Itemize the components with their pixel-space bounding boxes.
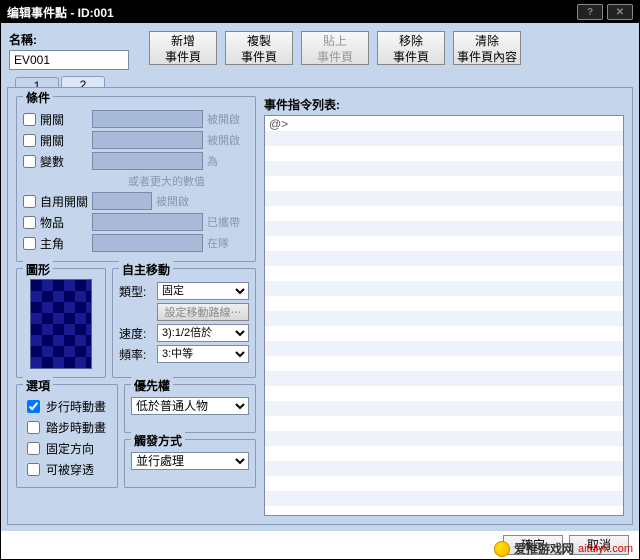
- graphic-preview[interactable]: [30, 279, 92, 369]
- priority-group: 優先權 低於普通人物: [124, 384, 256, 433]
- opt-step-anim[interactable]: [27, 421, 40, 434]
- command-list-label: 事件指令列表:: [264, 96, 624, 113]
- move-route-button: 設定移動路線⋯: [157, 303, 249, 321]
- cond-variable-field[interactable]: [92, 152, 203, 170]
- move-freq-select[interactable]: 3:中等: [157, 345, 249, 363]
- options-group: 選項 步行時動畫 踏步時動畫 固定方向 可被穿透: [16, 384, 118, 488]
- conditions-group: 條件 開關被開啟 開關被開啟 變數為 或者更大的數值 自用開關被開啟 物品已攜帶…: [16, 96, 256, 262]
- opt-walk-anim[interactable]: [27, 400, 40, 413]
- cond-switch1-check[interactable]: [23, 113, 36, 126]
- cond-switch2-field[interactable]: [92, 131, 203, 149]
- name-input[interactable]: [9, 50, 129, 70]
- conditions-legend: 條件: [23, 89, 53, 106]
- cond-actor-field[interactable]: [92, 234, 203, 252]
- clear-page-button[interactable]: 清除 事件頁內容: [453, 31, 521, 65]
- delete-page-button[interactable]: 移除 事件頁: [377, 31, 445, 65]
- watermark: 爱推游戏网 aituiyx.com: [494, 540, 633, 557]
- cond-switch1-field[interactable]: [92, 110, 203, 128]
- site-logo-icon: [494, 541, 510, 557]
- help-button[interactable]: ?: [577, 4, 603, 20]
- name-label: 名稱:: [9, 31, 139, 48]
- cond-switch2-check[interactable]: [23, 134, 36, 147]
- command-list[interactable]: @>: [264, 115, 624, 516]
- move-type-select[interactable]: 固定: [157, 282, 249, 300]
- autonomous-move-group: 自主移動 類型:固定 設定移動路線⋯ 速度:3):1/2倍於 頻率:3:中等: [112, 268, 256, 378]
- cond-selfswitch-check[interactable]: [23, 195, 36, 208]
- titlebar: 编辑事件點 - ID:001 ? ✕: [1, 1, 639, 23]
- graphic-legend: 圖形: [23, 261, 53, 278]
- copy-page-button[interactable]: 複製 事件頁: [225, 31, 293, 65]
- move-speed-select[interactable]: 3):1/2倍於: [157, 324, 249, 342]
- site-url: aituiyx.com: [578, 543, 633, 555]
- trigger-group: 觸發方式 並行處理: [124, 439, 256, 488]
- cond-actor-check[interactable]: [23, 237, 36, 250]
- cond-variable-subhint: 或者更大的數值: [23, 173, 249, 189]
- close-button[interactable]: ✕: [607, 4, 633, 20]
- window-title: 编辑事件點 - ID:001: [7, 4, 114, 21]
- opt-dirfix[interactable]: [27, 442, 40, 455]
- cond-item-field[interactable]: [92, 213, 203, 231]
- priority-legend: 優先權: [131, 377, 173, 394]
- site-name: 爱推游戏网: [514, 540, 574, 557]
- trigger-select[interactable]: 並行處理: [131, 452, 249, 470]
- trigger-legend: 觸發方式: [131, 432, 185, 449]
- new-page-button[interactable]: 新增 事件頁: [149, 31, 217, 65]
- opt-through[interactable]: [27, 463, 40, 476]
- options-legend: 選項: [23, 377, 53, 394]
- graphic-group: 圖形: [16, 268, 106, 378]
- move-legend: 自主移動: [119, 261, 173, 278]
- cond-item-check[interactable]: [23, 216, 36, 229]
- command-line-0[interactable]: @>: [269, 117, 288, 131]
- paste-page-button: 貼上 事件頁: [301, 31, 369, 65]
- priority-select[interactable]: 低於普通人物: [131, 397, 249, 415]
- cond-variable-check[interactable]: [23, 155, 36, 168]
- cond-selfswitch-field[interactable]: [92, 192, 152, 210]
